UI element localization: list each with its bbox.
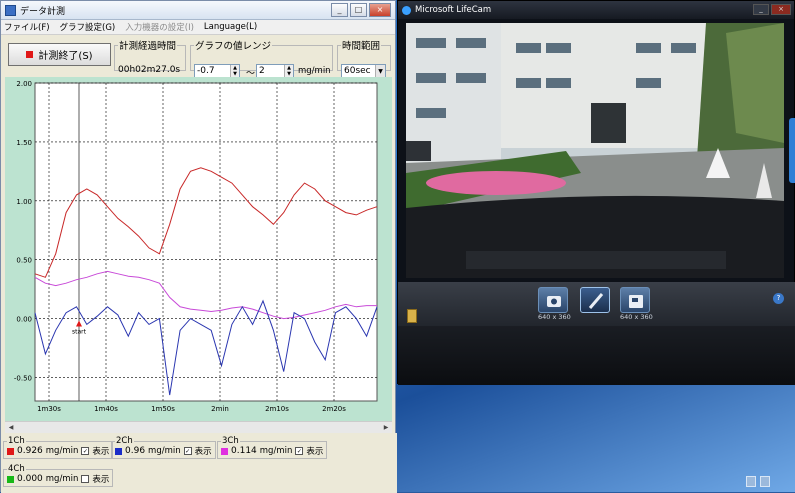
start-annotation: start: [72, 329, 87, 336]
video-camera-icon: [629, 295, 643, 308]
menu-bar: ファイル(F) グラフ設定(G) 入力機器の設定(I) Language(L): [1, 20, 395, 35]
x-tick-label: 1m50s: [151, 405, 175, 413]
channel-1-color-swatch: [7, 447, 14, 455]
photo-resolution: 640 x 360: [538, 313, 571, 321]
channel-1-value: 0.926: [17, 446, 43, 456]
scroll-right-icon[interactable]: ▶: [380, 422, 392, 433]
y-tick-label: 0.50: [16, 257, 32, 265]
menu-language[interactable]: Language(L): [204, 22, 257, 32]
channel-1-group: 1Ch 0.926 mg/min ✓ 表示: [3, 436, 114, 459]
elapsed-value: 00h02m27.0s: [118, 65, 181, 75]
tray-icon[interactable]: [746, 476, 756, 487]
channel-3-show-label: 表示: [306, 447, 324, 457]
stop-label: 計測終了(S): [38, 51, 93, 62]
camera-video-button[interactable]: [620, 287, 650, 313]
video-resolution: 640 x 360: [620, 313, 653, 321]
x-tick-label: 2m10s: [265, 405, 289, 413]
camera-scene: [406, 23, 784, 278]
help-icon[interactable]: ?: [773, 293, 784, 304]
window-title: データ計測: [20, 6, 66, 17]
y-tick-label: 0.00: [16, 316, 32, 324]
time-range-legend: 時間範囲: [342, 41, 381, 52]
range-unit: mg/min: [298, 66, 331, 76]
x-tick-label: 1m30s: [37, 405, 61, 413]
lifecam-icon: [402, 5, 411, 15]
camera-title-bar[interactable]: Microsoft LifeCam _ ×: [398, 1, 794, 19]
scroll-left-icon[interactable]: ◀: [5, 422, 17, 433]
system-tray: [746, 476, 770, 487]
camera-close-button[interactable]: ×: [771, 4, 791, 15]
y-tick-label: 1.50: [16, 139, 32, 147]
channel-4-legend: 4Ch: [8, 464, 25, 474]
channel-2-group: 2Ch 0.96 mg/min ✓ 表示: [111, 436, 216, 459]
elapsed-legend: 計測経過時間: [119, 41, 177, 52]
maximize-button[interactable]: □: [350, 3, 367, 17]
minimize-button[interactable]: _: [331, 3, 348, 17]
channel-2-value: 0.96: [125, 446, 146, 456]
channel-4-group: 4Ch 0.000 mg/min 表示: [3, 464, 114, 487]
channel-1-show-label: 表示: [92, 447, 110, 457]
channel-3-color-swatch: [221, 447, 228, 455]
channel-4-show-checkbox[interactable]: [81, 475, 90, 483]
range-group: グラフの値レンジ -0.7 ▲ ▼ ～ 2 ▲ ▼ mg/min: [190, 38, 333, 79]
toolbar: 計測終了(S) 計測経過時間 00h02m27.0s グラフの値レンジ -0.7…: [1, 35, 395, 79]
channel-1-unit: mg/min: [45, 446, 79, 456]
elapsed-group: 計測経過時間 00h02m27.0s: [114, 38, 186, 75]
range-max-value: 2: [259, 66, 265, 76]
y-tick-label: 1.00: [16, 198, 32, 206]
channel-3-show-checkbox[interactable]: ✓: [295, 447, 304, 455]
channel-1-legend: 1Ch: [8, 436, 25, 446]
channel-3-group: 3Ch 0.114 mg/min ✓ 表示: [217, 436, 328, 459]
channel-2-show-checkbox[interactable]: ✓: [183, 447, 192, 455]
menu-input-device: 入力機器の設定(I): [125, 23, 194, 33]
folder-icon[interactable]: [407, 309, 417, 323]
title-bar[interactable]: データ計測 _ □ ×: [1, 1, 395, 20]
camera-controls: 640 x 360 640 x 360 ?: [398, 282, 795, 326]
pen-icon: [588, 293, 604, 309]
channel-3-value: 0.114: [231, 446, 257, 456]
capture-gallery: [398, 326, 795, 385]
y-tick-label: 2.00: [16, 80, 32, 88]
measurement-chart: 2.00 1.50 1.00 0.50 0.00 -0.50 1m30s 1m40s 1m50s…: [14, 80, 378, 413]
channel-4-unit: mg/min: [45, 474, 79, 484]
stop-measurement-button[interactable]: 計測終了(S): [8, 43, 111, 66]
horizontal-scrollbar[interactable]: ◀ ▶: [5, 421, 392, 433]
measurement-window: データ計測 _ □ × ファイル(F) グラフ設定(G) 入力機器の設定(I) …: [0, 0, 397, 493]
menu-graph-settings[interactable]: グラフ設定(G): [60, 21, 116, 33]
x-tick-label: 2m20s: [322, 405, 346, 413]
gadget-side-tab[interactable]: [789, 118, 795, 183]
channel-2-show-label: 表示: [194, 447, 212, 457]
camera-window-title: Microsoft LifeCam: [415, 5, 492, 15]
channel-4-value: 0.000: [17, 474, 43, 484]
x-tick-label: 1m40s: [94, 405, 118, 413]
camera-minimize-button[interactable]: _: [753, 4, 769, 15]
stop-icon: [26, 51, 34, 58]
time-range-group: 時間範囲 60sec ▼: [337, 38, 391, 79]
close-button[interactable]: ×: [369, 3, 391, 17]
tray-icon[interactable]: [760, 476, 770, 487]
range-min-value: -0.7: [197, 66, 215, 76]
channel-2-legend: 2Ch: [116, 436, 133, 446]
channel-4-color-swatch: [7, 475, 14, 483]
y-tick-label: -0.50: [14, 374, 32, 382]
channel-3-unit: mg/min: [259, 446, 293, 456]
plot-area: [34, 82, 378, 402]
channel-2-unit: mg/min: [148, 446, 181, 456]
menu-file[interactable]: ファイル(F): [4, 21, 50, 33]
x-tick-label: 2min: [211, 405, 229, 413]
camera-pen-button[interactable]: [580, 287, 610, 313]
camera-preview: [406, 23, 784, 278]
channel-4-show-label: 表示: [92, 475, 110, 485]
graph-area: 2.00 1.50 1.00 0.50 0.00 -0.50 1m30s 1m40s 1m50s…: [5, 77, 392, 421]
app-icon: [5, 4, 16, 16]
camera-photo-button[interactable]: [538, 287, 568, 313]
channel-panel: 1Ch 0.926 mg/min ✓ 表示 2Ch 0.96 mg/min ✓ …: [1, 433, 397, 493]
time-range-value: 60sec: [344, 66, 371, 76]
channel-2-color-swatch: [115, 447, 122, 455]
camera-window: Microsoft LifeCam _ × 640 x 360 640 x 36…: [397, 0, 795, 385]
channel-1-show-checkbox[interactable]: ✓: [81, 447, 90, 455]
channel-3-legend: 3Ch: [222, 436, 239, 446]
camera-icon: [547, 296, 561, 307]
range-legend: グラフの値レンジ: [195, 41, 272, 52]
